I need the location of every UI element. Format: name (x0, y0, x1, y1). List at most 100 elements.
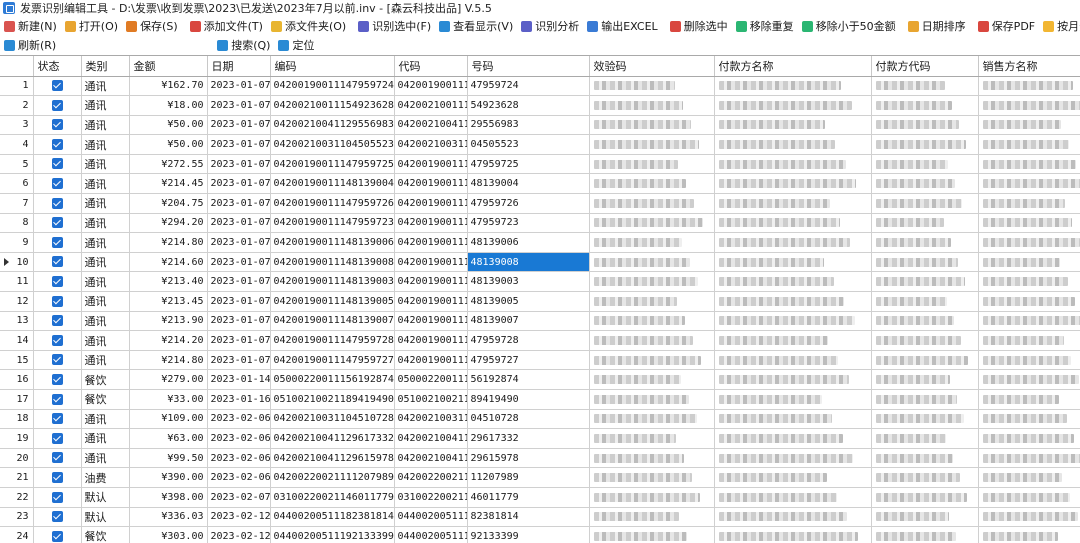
invoice-number-cell[interactable]: 29615978 (467, 448, 590, 469)
invoice-code-cell[interactable]: 042001900111 (394, 252, 468, 273)
invoice-number-cell[interactable]: 48139007 (467, 311, 590, 332)
status-cell[interactable] (33, 487, 82, 508)
date-cell[interactable]: 2023-01-07 (207, 193, 271, 214)
invoice-code-cell[interactable]: 042001900111 (394, 193, 468, 214)
category-cell[interactable]: 通讯 (81, 232, 130, 253)
checked-checkbox-icon[interactable] (51, 354, 63, 366)
date-cell[interactable]: 2023-01-14 (207, 369, 271, 390)
status-cell[interactable] (33, 154, 82, 175)
toolbar-button-analyze[interactable]: 识别分析 (517, 16, 583, 36)
amount-cell[interactable]: ¥294.20 (129, 213, 208, 234)
payer-code-cell[interactable] (871, 213, 979, 234)
invoice-code-cell[interactable]: 042002100311 (394, 409, 468, 430)
payer-name-cell[interactable] (714, 154, 872, 175)
toolbar-button-pdf[interactable]: 保存PDF (974, 16, 1039, 36)
amount-cell[interactable]: ¥204.75 (129, 193, 208, 214)
category-cell[interactable]: 通讯 (81, 291, 130, 312)
checked-checkbox-icon[interactable] (51, 452, 63, 464)
payer-name-cell[interactable] (714, 95, 872, 116)
invoice-number-cell[interactable]: 48139004 (467, 173, 590, 195)
check-code-cell[interactable] (589, 487, 715, 508)
status-cell[interactable] (33, 193, 82, 214)
code-cell[interactable]: 04200190011147959727 (270, 350, 395, 371)
date-cell[interactable]: 2023-01-07 (207, 252, 271, 273)
invoice-number-cell[interactable]: 54923628 (467, 95, 590, 116)
status-cell[interactable] (33, 448, 82, 469)
seller-name-cell[interactable] (978, 76, 1080, 97)
checked-checkbox-icon[interactable] (51, 373, 63, 385)
invoice-code-cell[interactable]: 044002005111 (394, 526, 468, 543)
table-row[interactable]: 18 通讯 ¥109.00 2023-02-06 0420021003110451072… (0, 409, 1080, 430)
checked-checkbox-icon[interactable] (51, 275, 63, 287)
invoice-number-cell[interactable]: 29617332 (467, 428, 590, 449)
payer-name-cell[interactable] (714, 526, 872, 543)
code-cell[interactable]: 03100220021146011779 (270, 487, 395, 508)
amount-cell[interactable]: ¥214.80 (129, 350, 208, 371)
payer-name-cell[interactable] (714, 232, 872, 253)
category-cell[interactable]: 通讯 (81, 76, 130, 97)
category-cell[interactable]: 餐饮 (81, 389, 130, 410)
check-code-cell[interactable] (589, 252, 715, 273)
status-cell[interactable] (33, 526, 82, 543)
code-cell[interactable]: 04200190011147959723 (270, 213, 395, 234)
table-row[interactable]: 23 默认 ¥336.03 2023-02-12 0440020051118238181… (0, 507, 1080, 528)
status-cell[interactable] (33, 291, 82, 312)
payer-name-cell[interactable] (714, 291, 872, 312)
column-header[interactable]: 状态 (33, 56, 82, 77)
table-row[interactable]: 7 通讯 ¥204.75 2023-01-07 04200190011147959726… (0, 193, 1080, 214)
payer-code-cell[interactable] (871, 154, 979, 175)
category-cell[interactable]: 通讯 (81, 115, 130, 136)
payer-code-cell[interactable] (871, 487, 979, 508)
checked-checkbox-icon[interactable] (51, 80, 63, 92)
category-cell[interactable]: 通讯 (81, 173, 130, 195)
invoice-number-cell[interactable]: 11207989 (467, 467, 590, 488)
table-row[interactable]: 5 通讯 ¥272.55 2023-01-07 04200190011147959725… (0, 154, 1080, 175)
invoice-number-cell[interactable]: 89419490 (467, 389, 590, 410)
checked-checkbox-icon[interactable] (51, 471, 63, 483)
code-cell[interactable]: 04200190011147959726 (270, 193, 395, 214)
toolbar-button-delete[interactable]: 删除选中 (666, 16, 732, 36)
code-cell[interactable]: 04400200511182381814 (270, 507, 395, 528)
date-cell[interactable]: 2023-01-07 (207, 291, 271, 312)
invoice-code-cell[interactable]: 042002100311 (394, 134, 468, 155)
seller-name-cell[interactable] (978, 487, 1080, 508)
invoice-code-cell[interactable]: 042001900111 (394, 154, 468, 175)
table-row[interactable]: 13 通讯 ¥213.90 2023-01-07 0420019001114813900… (0, 311, 1080, 332)
date-cell[interactable]: 2023-02-06 (207, 428, 271, 449)
table-row[interactable]: 11 通讯 ¥213.40 2023-01-07 0420019001114813900… (0, 271, 1080, 293)
amount-cell[interactable]: ¥50.00 (129, 115, 208, 136)
payer-name-cell[interactable] (714, 213, 872, 234)
date-cell[interactable]: 2023-01-07 (207, 134, 271, 155)
payer-code-cell[interactable] (871, 173, 979, 195)
payer-name-cell[interactable] (714, 330, 872, 351)
checked-checkbox-icon[interactable] (51, 178, 63, 190)
column-header[interactable]: 金额 (129, 56, 208, 77)
payer-code-cell[interactable] (871, 369, 979, 390)
date-cell[interactable]: 2023-01-07 (207, 330, 271, 351)
checked-checkbox-icon[interactable] (51, 393, 63, 405)
code-cell[interactable]: 05100210021189419490 (270, 389, 395, 410)
invoice-code-cell[interactable]: 042002100411 (394, 428, 468, 449)
payer-code-cell[interactable] (871, 507, 979, 528)
date-cell[interactable]: 2023-01-07 (207, 76, 271, 97)
amount-cell[interactable]: ¥303.00 (129, 526, 208, 543)
date-cell[interactable]: 2023-01-07 (207, 95, 271, 116)
checked-checkbox-icon[interactable] (51, 511, 63, 523)
seller-name-cell[interactable] (978, 526, 1080, 543)
checked-checkbox-icon[interactable] (51, 158, 63, 170)
status-cell[interactable] (33, 134, 82, 155)
invoice-code-cell[interactable]: 042001900111 (394, 76, 468, 97)
column-header[interactable]: 销售方名称 (978, 56, 1080, 77)
payer-code-cell[interactable] (871, 291, 979, 312)
seller-name-cell[interactable] (978, 409, 1080, 430)
check-code-cell[interactable] (589, 409, 715, 430)
table-row[interactable]: 8 通讯 ¥294.20 2023-01-07 04200190011147959723… (0, 213, 1080, 234)
date-cell[interactable]: 2023-02-12 (207, 507, 271, 528)
code-cell[interactable]: 04200190011148139008 (270, 252, 395, 273)
status-cell[interactable] (33, 252, 82, 273)
amount-cell[interactable]: ¥336.03 (129, 507, 208, 528)
amount-cell[interactable]: ¥162.70 (129, 76, 208, 97)
date-cell[interactable]: 2023-02-06 (207, 467, 271, 488)
status-cell[interactable] (33, 330, 82, 351)
checked-checkbox-icon[interactable] (51, 236, 63, 248)
